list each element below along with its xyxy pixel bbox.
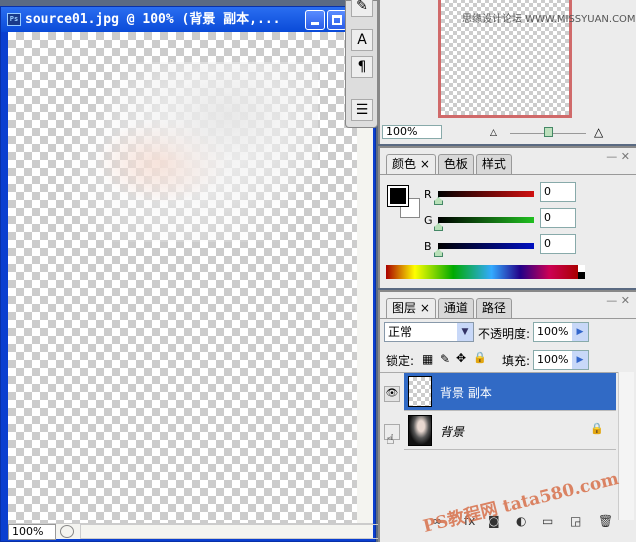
b-value-field[interactable]: 0 xyxy=(540,234,576,254)
g-value-field[interactable]: 0 xyxy=(540,208,576,228)
chevron-down-icon: ▼ xyxy=(457,323,473,341)
zoom-in-icon[interactable]: △ xyxy=(594,125,603,139)
layer-visibility-toggle[interactable]: 👁 xyxy=(384,386,400,402)
r-slider-thumb[interactable] xyxy=(434,197,443,205)
layer-thumbnail xyxy=(408,415,432,446)
character-icon[interactable]: A xyxy=(351,29,373,51)
opacity-field[interactable]: 100% ▶ xyxy=(533,322,589,342)
layer-thumbnail xyxy=(408,376,432,407)
canvas[interactable] xyxy=(8,32,357,523)
layer-name: 背景 副本 xyxy=(440,386,492,400)
navigator-zoom-field[interactable]: 100% xyxy=(382,125,442,139)
lock-position-icon[interactable]: ✥ xyxy=(456,351,466,365)
watermark-text: 思缘设计论坛 WWW.MISSYUAN.COM xyxy=(462,14,636,25)
adjustment-layer-icon[interactable]: ◐ xyxy=(516,514,526,528)
r-label: R xyxy=(424,188,432,201)
blend-mode-select[interactable]: 正常 ▼ xyxy=(384,322,474,342)
r-slider[interactable] xyxy=(438,191,534,197)
zoom-field[interactable]: 100% xyxy=(8,524,56,540)
navigator-panel: 思缘设计论坛 WWW.MISSYUAN.COM 100% △ △ xyxy=(378,0,636,144)
g-label: G xyxy=(424,214,433,227)
lock-transparency-icon[interactable]: ▦ xyxy=(422,352,433,366)
tab-paths[interactable]: 路径 xyxy=(475,298,512,318)
status-menu-icon[interactable] xyxy=(60,525,74,538)
tab-layers[interactable]: 图层 × xyxy=(386,298,436,318)
fill-field[interactable]: 100% ▶ xyxy=(533,350,589,370)
navigator-slider-thumb[interactable] xyxy=(544,127,553,137)
layers-scrollbar[interactable] xyxy=(618,372,634,520)
layer-name: 背景 xyxy=(440,425,465,439)
opacity-label: 不透明度: xyxy=(478,327,531,341)
brush-icon[interactable]: ✎ xyxy=(351,0,373,17)
photoshop-icon: Ps xyxy=(7,13,21,26)
paragraph-icon[interactable]: ¶ xyxy=(351,56,373,78)
horizontal-scrollbar[interactable] xyxy=(80,524,380,539)
document-window: Ps source01.jpg @ 100% (背景 副本,... 100% xyxy=(0,6,380,542)
b-slider-thumb[interactable] xyxy=(434,249,443,257)
foreground-color-swatch[interactable] xyxy=(387,185,409,207)
fill-label: 填充: xyxy=(502,354,531,368)
panel-controls[interactable]: — ✕ xyxy=(606,150,630,163)
lock-icon: 🔒 xyxy=(590,422,604,435)
tab-color[interactable]: 颜色 × xyxy=(386,154,436,174)
eye-icon: 👁 xyxy=(385,388,399,399)
document-title-bar[interactable]: Ps source01.jpg @ 100% (背景 副本,... xyxy=(1,7,375,32)
arrow-right-icon: ▶ xyxy=(572,323,588,341)
faded-image-content xyxy=(58,62,318,242)
hand-cursor-icon: ☝ xyxy=(386,432,395,448)
g-slider-thumb[interactable] xyxy=(434,223,443,231)
zoom-out-icon[interactable]: △ xyxy=(490,128,497,138)
b-slider[interactable] xyxy=(438,243,534,249)
delete-layer-icon[interactable]: 🗑 xyxy=(598,514,613,528)
document-title: source01.jpg @ 100% (背景 副本,... xyxy=(25,12,281,27)
tool-strip: ✎ A ¶ ☰ xyxy=(345,0,378,128)
color-panel: — ✕ 颜色 × 色板 样式 R 0 G 0 B 0 xyxy=(378,146,636,288)
arrow-right-icon: ▶ xyxy=(572,351,588,369)
status-bar: 100% xyxy=(8,523,380,540)
lock-all-icon[interactable]: 🔒 xyxy=(473,351,487,364)
layer-comps-icon[interactable]: ☰ xyxy=(351,99,373,121)
new-layer-icon[interactable]: ◲ xyxy=(570,514,581,528)
layer-row-selected[interactable]: 背景 副本 xyxy=(404,373,616,411)
minimize-button[interactable] xyxy=(305,10,325,30)
maximize-button[interactable] xyxy=(327,10,347,30)
tab-channels[interactable]: 通道 xyxy=(437,298,474,318)
g-slider[interactable] xyxy=(438,217,534,223)
lock-image-icon[interactable]: ✎ xyxy=(440,352,450,366)
new-group-icon[interactable]: ▭ xyxy=(542,514,553,528)
tab-styles[interactable]: 样式 xyxy=(475,154,512,174)
r-value-field[interactable]: 0 xyxy=(540,182,576,202)
panel-controls[interactable]: — ✕ xyxy=(606,294,630,307)
b-label: B xyxy=(424,240,432,253)
tab-swatches[interactable]: 色板 xyxy=(437,154,474,174)
lock-label: 锁定: xyxy=(386,354,415,368)
layer-row[interactable]: 背景 🔒 xyxy=(404,412,616,450)
color-ramp[interactable] xyxy=(386,265,578,279)
